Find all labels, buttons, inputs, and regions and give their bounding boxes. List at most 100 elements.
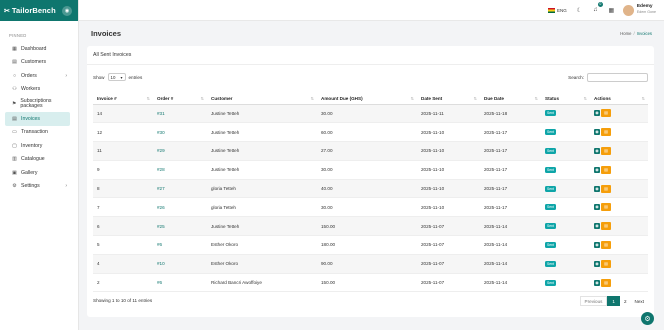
order-cell: #6 — [153, 235, 207, 255]
table-row: 12 #30 Justine Tetteh 60.00 2025-11-10 2025-1… — [93, 122, 648, 143]
search-input[interactable] — [587, 72, 648, 82]
view-invoice-button[interactable]: ◉ — [594, 204, 600, 211]
sidebar-item-gallery[interactable]: ▣ Gallery — [5, 166, 70, 180]
order-link[interactable]: #29 — [157, 148, 165, 153]
view-invoice-button[interactable]: ◉ — [594, 223, 600, 230]
date-sent-cell: 2025-11-10 — [417, 179, 480, 199]
edit-invoice-button[interactable]: ▤ — [601, 240, 611, 249]
catalogue-icon: ▥ — [12, 156, 17, 163]
view-invoice-button[interactable]: ◉ — [594, 241, 600, 248]
sidebar-item-label: Catalogue — [21, 156, 45, 163]
edit-invoice-button[interactable]: ▤ — [601, 203, 611, 212]
sidebar-item-transaction[interactable]: ▭ Transaction — [5, 126, 70, 140]
due-date-cell: 2025-11-14 — [480, 254, 541, 274]
sidebar-item-settings[interactable]: ⚙ Settings › — [5, 180, 70, 194]
order-link[interactable]: #27 — [157, 186, 165, 191]
pagination: Previous 1 2 Next — [579, 296, 648, 306]
order-link[interactable]: #31 — [157, 111, 165, 116]
date-sent-cell: 2025-11-10 — [421, 186, 445, 192]
order-link[interactable]: #6 — [157, 242, 162, 247]
sidebar-item-label: Gallery — [21, 169, 38, 176]
sidebar-item-dashboard[interactable]: ▦ Dashboard — [5, 42, 70, 56]
order-link[interactable]: #25 — [157, 224, 165, 229]
order-link[interactable]: #28 — [157, 167, 165, 172]
next-page-button[interactable]: Next — [631, 296, 648, 306]
order-link[interactable]: #10 — [157, 261, 165, 266]
due-date-cell: 2025-11-17 — [480, 179, 541, 199]
status-badge: Sent — [545, 260, 556, 267]
edit-invoice-button[interactable]: ▤ — [601, 109, 611, 118]
order-link[interactable]: #26 — [157, 205, 165, 210]
breadcrumb: Home / Invoices — [620, 31, 652, 36]
collapse-sidebar-button[interactable]: ◉ — [62, 5, 72, 16]
invoice-number-cell: 2 — [97, 280, 100, 286]
view-invoice-button[interactable]: ◉ — [594, 279, 600, 286]
sort-icon: ⇅ — [200, 95, 204, 101]
status-badge: Sent — [545, 185, 556, 192]
column-header[interactable]: Invoice # ⇅ — [93, 93, 153, 105]
sidebar-item-workers[interactable]: ⚇ Workers — [5, 83, 70, 97]
status-badge: Sent — [545, 241, 556, 248]
entries-select[interactable]: 10 ▾ — [107, 73, 126, 81]
invoice-number-cell: 11 — [93, 141, 153, 161]
view-invoice-button[interactable]: ◉ — [594, 185, 600, 192]
status-badge: Sent — [545, 279, 556, 286]
order-link[interactable]: #30 — [157, 130, 165, 135]
breadcrumb-home[interactable]: Home — [620, 31, 631, 36]
view-invoice-button[interactable]: ◉ — [594, 110, 600, 117]
date-sent-cell: 2025-11-10 — [417, 160, 480, 180]
view-invoice-button[interactable]: ◉ — [594, 260, 600, 267]
column-header[interactable]: Status ⇅ — [541, 93, 590, 105]
page-1-button[interactable]: 1 — [607, 296, 620, 306]
column-header-label: Status — [545, 95, 560, 101]
view-invoice-button[interactable]: ◉ — [594, 147, 600, 154]
due-date-cell: 2025-11-17 — [484, 148, 508, 154]
edit-invoice-button[interactable]: ▤ — [601, 222, 611, 231]
column-header[interactable]: Date Sent ⇅ — [417, 93, 480, 105]
settings-fab-button[interactable]: ⚙ — [641, 312, 654, 325]
column-header[interactable]: Due Date ⇅ — [480, 93, 541, 105]
order-link[interactable]: #6 — [157, 280, 162, 285]
notifications-button[interactable]: ♫ 0 — [591, 1, 603, 15]
date-sent-cell: 2025-11-10 — [421, 204, 445, 210]
previous-page-button[interactable]: Previous — [579, 296, 608, 306]
amount-cell: 27.00 — [317, 141, 417, 161]
column-header[interactable]: Actions ⇅ — [590, 93, 648, 105]
due-date-cell: 2025-11-17 — [480, 197, 541, 218]
sidebar-item-orders[interactable]: ○ Orders › — [5, 69, 70, 83]
view-invoice-button[interactable]: ◉ — [594, 129, 600, 136]
actions-cell: ◉ ▤ — [590, 216, 648, 237]
view-invoice-button[interactable]: ◉ — [594, 166, 600, 173]
edit-invoice-button[interactable]: ▤ — [601, 278, 611, 287]
customer-cell: Esther Okoro — [207, 235, 317, 255]
edit-invoice-button[interactable]: ▤ — [601, 146, 611, 155]
sidebar-item-customers[interactable]: ▤ Customers — [5, 56, 70, 70]
status-cell: Sent — [541, 216, 590, 237]
column-header[interactable]: Customer ⇅ — [207, 93, 317, 105]
edit-invoice-button[interactable]: ▤ — [601, 184, 611, 193]
edit-invoice-button[interactable]: ▤ — [601, 165, 611, 174]
status-cell: Sent — [541, 273, 590, 293]
amount-cell: 30.00 — [317, 160, 417, 180]
page-2-button[interactable]: 2 — [620, 296, 631, 306]
sidebar: ✂ TailorBench ◉ PINNED ▦ Dashboard ▤ Cus… — [0, 0, 79, 330]
sidebar-item-invoices[interactable]: ▤ Invoices — [5, 112, 70, 126]
column-header[interactable]: Order # ⇅ — [153, 93, 207, 105]
dark-mode-toggle[interactable]: ☾ — [575, 6, 584, 15]
sidebar-item-subscriptions[interactable]: ⚑ Subscriptions packages — [5, 96, 70, 112]
language-selector[interactable]: ENG — [548, 7, 567, 13]
sidebar-item-inventory[interactable]: ▢ Inventory — [5, 139, 70, 153]
invoice-number-cell: 6 — [97, 223, 100, 229]
table-row: 9 #28 Justine Tetteh 30.00 2025-11-10 2025-11… — [93, 160, 648, 180]
edit-invoice-button[interactable]: ▤ — [601, 259, 611, 268]
user-menu[interactable]: Edemy Edem Gone — [622, 4, 656, 16]
apps-button[interactable]: ▦ — [607, 6, 616, 15]
due-date-cell: 2025-11-14 — [484, 280, 508, 286]
amount-cell: 150.00 — [317, 273, 417, 293]
column-header[interactable]: Amount Due (GHS) ⇅ — [317, 93, 417, 105]
sidebar-item-label: Subscriptions packages — [20, 97, 52, 109]
sidebar-item-catalogue[interactable]: ▥ Catalogue — [5, 153, 70, 167]
search-label: Search: — [568, 74, 584, 80]
edit-invoice-button[interactable]: ▤ — [601, 128, 611, 137]
customer-cell: Justine Tetteh — [211, 148, 240, 154]
